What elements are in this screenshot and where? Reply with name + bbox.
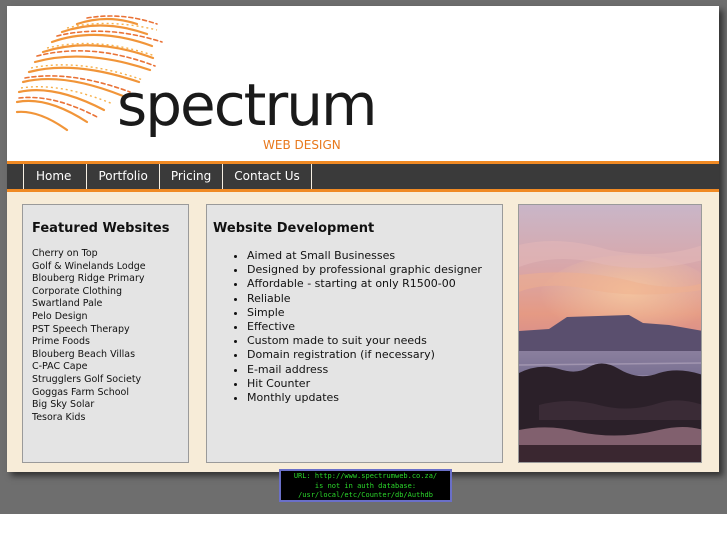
nav-bar: Home Portfolio Pricing Contact Us xyxy=(7,164,719,192)
counter-line: is not in auth database: xyxy=(314,481,417,490)
featured-site-link[interactable]: Pelo Design xyxy=(32,311,146,324)
featured-site-link[interactable]: Golf & Winelands Lodge xyxy=(32,261,146,274)
featured-site-link[interactable]: Corporate Clothing xyxy=(32,286,146,299)
logo-wordmark: spectrum xyxy=(117,71,377,139)
featured-site-link[interactable]: Cherry on Top xyxy=(32,248,146,261)
nav-portfolio[interactable]: Portfolio xyxy=(87,164,160,189)
featured-site-link[interactable]: PST Speech Therapy xyxy=(32,324,146,337)
development-point: Hit Counter xyxy=(247,377,482,391)
development-point: Aimed at Small Businesses xyxy=(247,249,482,263)
sunset-landscape-image xyxy=(519,205,701,462)
development-point: Domain registration (if necessary) xyxy=(247,348,482,362)
table-mountain-sunset-photo xyxy=(518,204,702,463)
development-point: Affordable - starting at only R1500-00 xyxy=(247,277,482,291)
nav-contact-us[interactable]: Contact Us xyxy=(223,164,312,189)
counter-line: URL: http://www.spectrumweb.co.za/ xyxy=(293,472,438,480)
nav-home[interactable]: Home xyxy=(24,164,88,189)
website-development-title: Website Development xyxy=(213,221,375,236)
featured-site-link[interactable]: Strugglers Golf Society xyxy=(32,374,146,387)
development-point: Designed by professional graphic designe… xyxy=(247,263,482,277)
featured-websites-list: Cherry on Top Golf & Winelands Lodge Blo… xyxy=(32,248,146,424)
website-development-panel: Website Development Aimed at Small Busin… xyxy=(206,204,503,463)
development-point: Reliable xyxy=(247,292,482,306)
featured-site-link[interactable]: Blouberg Beach Villas xyxy=(32,349,146,362)
page-container: spectrum WEB DESIGN Home Portfolio Prici… xyxy=(7,6,719,472)
featured-site-link[interactable]: Tesora Kids xyxy=(32,412,146,425)
development-point: E-mail address xyxy=(247,363,482,377)
site-header: spectrum WEB DESIGN xyxy=(7,6,719,164)
featured-site-link[interactable]: Swartland Pale xyxy=(32,298,146,311)
logo-subtitle: WEB DESIGN xyxy=(263,138,341,152)
hit-counter-error: URL: http://www.spectrumweb.co.za/ is no… xyxy=(279,469,452,502)
development-point: Effective xyxy=(247,320,482,334)
counter-line: /usr/local/etc/Counter/db/Authdb xyxy=(298,491,433,499)
featured-site-link[interactable]: C-PAC Cape xyxy=(32,361,146,374)
nav-pricing[interactable]: Pricing xyxy=(160,164,224,189)
featured-websites-panel: Featured Websites Cherry on Top Golf & W… xyxy=(22,204,189,463)
development-point: Simple xyxy=(247,306,482,320)
development-points-list: Aimed at Small Businesses Designed by pr… xyxy=(213,249,482,405)
featured-site-link[interactable]: Big Sky Solar xyxy=(32,399,146,412)
featured-site-link[interactable]: Blouberg Ridge Primary xyxy=(32,273,146,286)
nav-list: Home Portfolio Pricing Contact Us xyxy=(23,164,312,189)
featured-site-link[interactable]: Prime Foods xyxy=(32,336,146,349)
featured-websites-title: Featured Websites xyxy=(32,221,170,236)
featured-site-link[interactable]: Goggas Farm School xyxy=(32,387,146,400)
development-point: Monthly updates xyxy=(247,391,482,405)
development-point: Custom made to suit your needs xyxy=(247,334,482,348)
